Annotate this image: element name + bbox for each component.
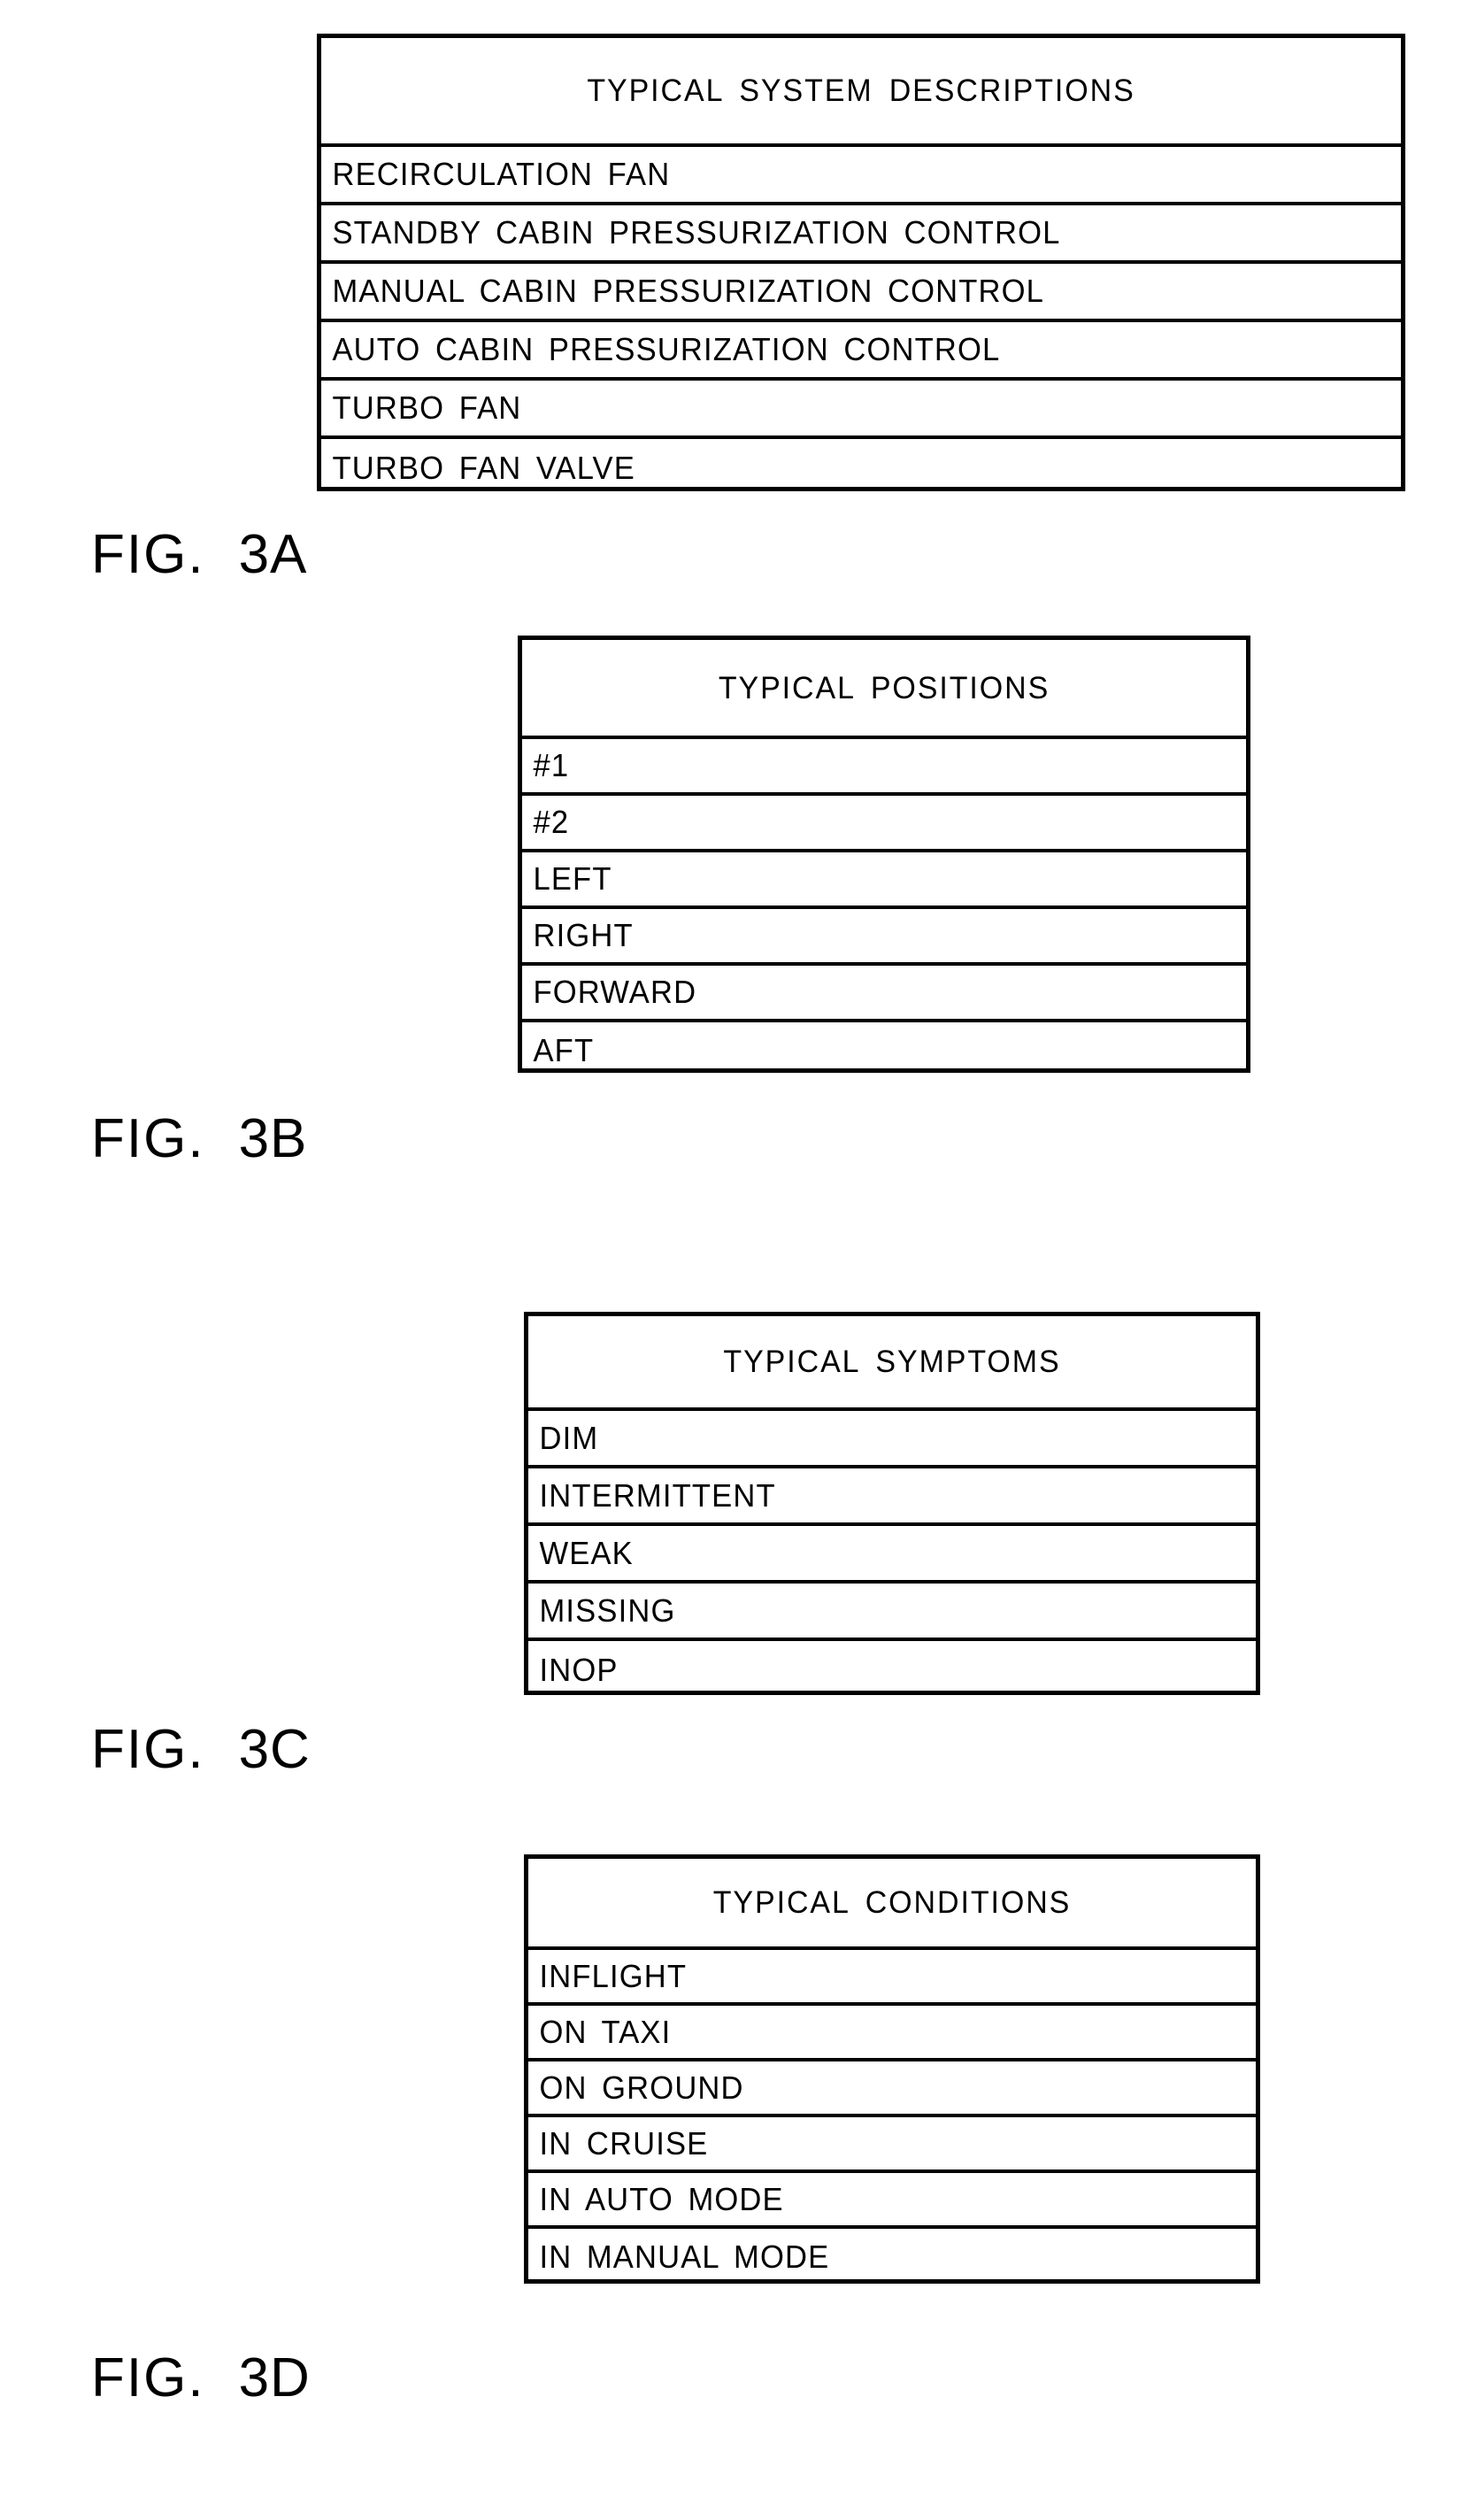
table-row: #1 xyxy=(522,739,1246,796)
table-cell-text: INOP xyxy=(539,1651,619,1688)
figure-label-3c: FIG. 3C xyxy=(91,1722,311,1777)
table-row: LEFT xyxy=(522,852,1246,909)
figure-label-3b: FIG. 3B xyxy=(91,1112,307,1167)
table-row: TURBO FAN VALVE xyxy=(321,439,1401,497)
figure-label-prefix: FIG. xyxy=(91,524,205,585)
table-row: DIM xyxy=(528,1411,1256,1468)
figure-label-3d: FIG. 3D xyxy=(91,2351,311,2406)
table-row: STANDBY CABIN PRESSURIZATION CONTROL xyxy=(321,205,1401,264)
table-cell-text: TURBO FAN VALVE xyxy=(332,450,635,486)
table-cell-text: AFT xyxy=(533,1032,595,1068)
table-cell-text: RIGHT xyxy=(533,917,634,953)
figure-label-number: 3A xyxy=(238,524,308,585)
typical-positions-table: TYPICAL POSITIONS #1 #2 LEFT RIGHT FORWA… xyxy=(518,636,1250,1073)
figure-label-prefix: FIG. xyxy=(91,2347,205,2408)
table-cell-text: MISSING xyxy=(539,1591,676,1629)
table-row: RECIRCULATION FAN xyxy=(321,147,1401,205)
table-header-row: TYPICAL SYSTEM DESCRIPTIONS xyxy=(321,38,1401,147)
figure-label-number: 3D xyxy=(238,2347,311,2408)
figure-label-prefix: FIG. xyxy=(91,1108,205,1169)
typical-system-descriptions-table: TYPICAL SYSTEM DESCRIPTIONS RECIRCULATIO… xyxy=(317,34,1405,491)
typical-conditions-table: TYPICAL CONDITIONS INFLIGHT ON TAXI ON G… xyxy=(524,1854,1260,2284)
table-cell-text: ON TAXI xyxy=(539,2013,672,2050)
table-cell-text: #1 xyxy=(533,747,570,783)
table-cell-text: INFLIGHT xyxy=(539,1957,688,1994)
table-row: MANUAL CABIN PRESSURIZATION CONTROL xyxy=(321,264,1401,322)
figure-label-number: 3B xyxy=(238,1108,308,1169)
table-header-label: TYPICAL POSITIONS xyxy=(718,670,1050,705)
table-row: IN MANUAL MODE xyxy=(528,2229,1256,2285)
table-row: WEAK xyxy=(528,1526,1256,1584)
table-cell-text: IN MANUAL MODE xyxy=(539,2238,830,2275)
table-row: IN AUTO MODE xyxy=(528,2173,1256,2229)
table-header-label: TYPICAL SYSTEM DESCRIPTIONS xyxy=(587,73,1135,108)
table-row: #2 xyxy=(522,796,1246,852)
table-row: TURBO FAN xyxy=(321,381,1401,439)
table-cell-text: INTERMITTENT xyxy=(539,1476,776,1514)
table-row: RIGHT xyxy=(522,909,1246,966)
table-cell-text: TURBO FAN xyxy=(332,389,522,426)
table-cell-text: DIM xyxy=(539,1419,599,1456)
typical-symptoms-table: TYPICAL SYMPTOMS DIM INTERMITTENT WEAK M… xyxy=(524,1312,1260,1695)
table-cell-text: STANDBY CABIN PRESSURIZATION CONTROL xyxy=(332,214,1061,250)
figure-label-3a: FIG. 3A xyxy=(91,528,307,582)
table-cell-text: MANUAL CABIN PRESSURIZATION CONTROL xyxy=(332,273,1045,309)
table-cell-text: AUTO CABIN PRESSURIZATION CONTROL xyxy=(332,331,1001,367)
table-cell-text: FORWARD xyxy=(533,974,697,1010)
table-cell-text: IN AUTO MODE xyxy=(539,2180,784,2217)
figure-label-prefix: FIG. xyxy=(91,1719,205,1780)
table-row: AFT xyxy=(522,1022,1246,1079)
table-row: INTERMITTENT xyxy=(528,1468,1256,1526)
table-cell-text: WEAK xyxy=(539,1534,634,1571)
table-row: INOP xyxy=(528,1641,1256,1699)
table-row: MISSING xyxy=(528,1584,1256,1641)
table-header-row: TYPICAL CONDITIONS xyxy=(528,1859,1256,1950)
table-row: ON TAXI xyxy=(528,2006,1256,2061)
table-row: FORWARD xyxy=(522,966,1246,1022)
table-cell-text: #2 xyxy=(533,804,570,840)
table-cell-text: LEFT xyxy=(533,860,612,897)
table-header-row: TYPICAL POSITIONS xyxy=(522,640,1246,739)
table-cell-text: RECIRCULATION FAN xyxy=(332,156,671,192)
figure-label-number: 3C xyxy=(238,1719,311,1780)
table-cell-text: ON GROUND xyxy=(539,2069,744,2106)
table-cell-text: IN CRUISE xyxy=(539,2124,709,2162)
table-row: IN CRUISE xyxy=(528,2117,1256,2173)
table-header-label: TYPICAL CONDITIONS xyxy=(712,1885,1072,1920)
table-row: ON GROUND xyxy=(528,2061,1256,2117)
table-row: AUTO CABIN PRESSURIZATION CONTROL xyxy=(321,322,1401,381)
table-header-row: TYPICAL SYMPTOMS xyxy=(528,1316,1256,1411)
table-header-label: TYPICAL SYMPTOMS xyxy=(723,1345,1061,1379)
table-row: INFLIGHT xyxy=(528,1950,1256,2006)
